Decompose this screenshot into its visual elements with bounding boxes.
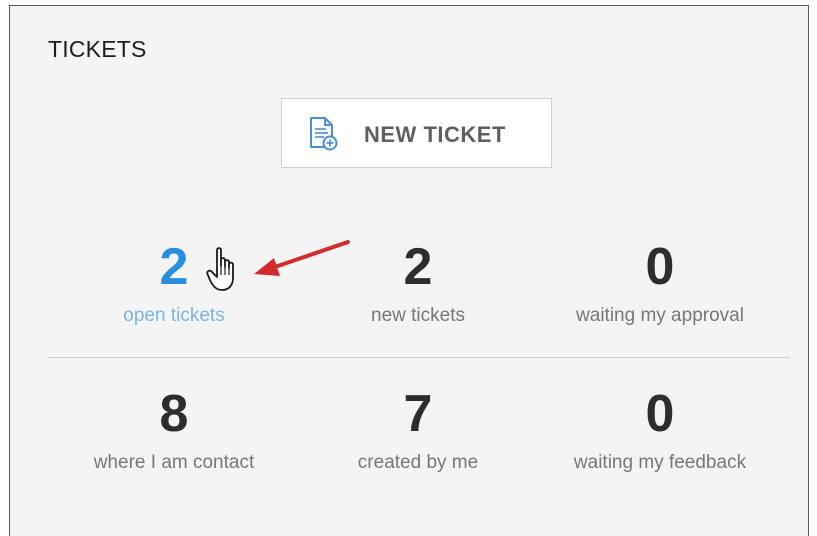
- hand-pointer-icon: [206, 246, 240, 294]
- stat-where-contact[interactable]: 8 where I am contact: [54, 386, 294, 474]
- red-arrow-icon: [248, 238, 356, 280]
- new-ticket-label: NEW TICKET: [364, 122, 506, 147]
- open-tickets-label: open tickets: [123, 305, 225, 326]
- where-contact-count: 8: [159, 385, 189, 443]
- new-tickets-label: new tickets: [371, 305, 465, 326]
- tickets-panel: TICKETS NEW TICKET 2 open tickets 2 new …: [9, 5, 809, 536]
- waiting-approval-label: waiting my approval: [576, 305, 744, 326]
- waiting-feedback-label: waiting my feedback: [573, 452, 747, 473]
- panel-title: TICKETS: [48, 36, 147, 62]
- stat-waiting-feedback[interactable]: 0 waiting my feedback: [540, 386, 780, 474]
- stats-divider: [48, 357, 790, 358]
- created-by-me-label: created by me: [357, 452, 479, 473]
- where-contact-label: where I am contact: [93, 452, 255, 473]
- new-ticket-button[interactable]: NEW TICKET: [281, 98, 552, 168]
- stat-waiting-approval[interactable]: 0 waiting my approval: [540, 239, 780, 327]
- waiting-feedback-count: 0: [645, 385, 675, 443]
- stat-created-by-me[interactable]: 7 created by me: [298, 386, 538, 474]
- document-add-icon: [306, 116, 340, 152]
- created-by-me-count: 7: [403, 385, 433, 443]
- waiting-approval-count: 0: [645, 238, 675, 296]
